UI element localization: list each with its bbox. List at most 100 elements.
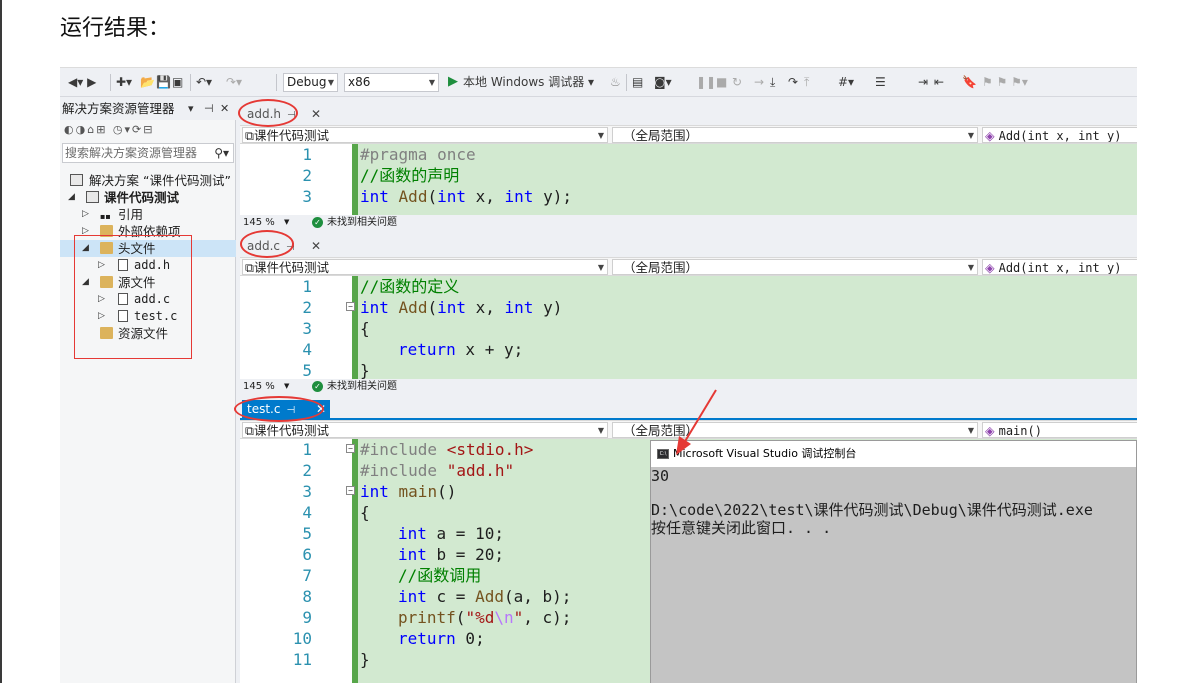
console-path-line: D:\code\2022\test\课件代码测试\Debug\课件代码测试.ex… [651,501,1093,519]
undo-icon[interactable]: ↶▾ [196,74,212,90]
save-all-icon[interactable]: ▣ [172,74,183,90]
tree-item-references[interactable]: ▷ ▪▪ 引用 [60,206,236,223]
member-select-value: Add(int x, int y) [998,261,1122,275]
platform-select[interactable]: x86 ▼ [344,73,439,92]
open-file-icon[interactable]: 📂 [140,74,155,90]
references-icon: ▪▪ [100,212,111,221]
search-icon: ⚲▾ [214,146,229,160]
start-debug-icon[interactable]: ▶ [448,74,458,90]
forward-icon[interactable]: ◑ [76,123,88,136]
code-line: } [360,650,370,669]
line-number: 2 [302,461,312,480]
tab-highlight-ellipse [238,99,298,127]
code-line: //函数的定义 [360,277,460,296]
line-number: 7 [302,566,312,585]
zoom-level[interactable]: 145 % [243,379,275,394]
code-line: //函数的声明 [360,166,460,185]
show-next-statement-icon[interactable]: → [754,74,764,90]
sync-icon[interactable]: ⟳ [132,123,143,136]
home-icon[interactable]: ⌂ [87,123,96,136]
collapse-all-icon[interactable]: ⊟ [143,123,154,136]
tab-bar-test-c: test.c ⊣ ✕ [240,398,1137,420]
check-icon: ✓ [312,217,323,228]
close-icon[interactable]: ✕ [220,98,229,120]
line-number: 5 [302,361,312,380]
step-into-icon[interactable]: ⤓ [770,74,775,90]
solution-config-select[interactable]: Debug ▼ [283,73,338,92]
switch-view-icon[interactable]: ⊞ [96,123,107,136]
tree-item-solution[interactable]: 解决方案 “课件代码测试” [60,172,236,189]
new-project-icon[interactable]: ✚▾ [116,74,132,90]
tab-bar-add-c: add.c ⊣ ✕ [240,235,1137,257]
chevron-down-icon[interactable]: ▼ [284,379,289,394]
scope-select[interactable]: （全局范围） ▼ [612,422,978,438]
code-line: return 0; [398,629,485,648]
collapse-icon[interactable]: − [346,302,355,311]
indent-icon[interactable]: ⇥ [918,74,928,90]
project-select[interactable]: ⧉课件代码测试 ▼ [242,127,608,143]
code-editor-add-c[interactable]: 1 //函数的定义 2 − int Add(int x, int y) 3 { 4 ret… [240,276,1137,381]
save-icon[interactable]: 💾 [156,74,171,90]
code-line: int b = 20; [398,545,504,564]
collapse-triangle-icon[interactable]: ▷ [82,206,89,223]
code-line: } [360,361,370,380]
tree-item-label: 课件代码测试 [104,190,180,205]
member-select-value: Add(int x, int y) [998,129,1122,143]
diagnostics-icon[interactable]: ◙▾ [654,74,672,90]
solution-search-input[interactable]: 搜索解决方案资源管理器 ⚲▾ [62,143,234,163]
console-icon: C:\ [657,449,669,459]
tree-item-label: 引用 [118,207,144,222]
comment-icon[interactable]: ☰ [875,74,886,90]
step-over-icon[interactable]: ↷ [788,74,798,90]
code-editor-add-h[interactable]: 1 #pragma once 2 //函数的声明 3 int Add(int x, i… [240,144,1137,215]
issues-status[interactable]: 未找到相关问题 [327,215,397,230]
tree-item-project[interactable]: ◢ 课件代码测试 [60,189,236,206]
redo-icon[interactable]: ↷▾ [226,74,242,90]
bookmark-icon[interactable]: 🔖 [962,74,977,90]
stop-icon[interactable]: ■ [716,74,727,90]
console-title: Microsoft Visual Studio 调试控制台 [673,447,857,460]
issues-status[interactable]: 未找到相关问题 [327,379,397,394]
expand-triangle-icon[interactable]: ◢ [68,189,75,206]
pause-icon[interactable]: ❚❚ [696,74,716,90]
member-select[interactable]: ◈ Add(int x, int y) [982,259,1137,275]
chevron-down-icon[interactable]: ▼ [284,215,289,230]
back-forward-icon[interactable]: ◀▾ ▶ [68,74,96,90]
project-select[interactable]: ⧉课件代码测试 ▼ [242,259,608,275]
fire-icon[interactable]: ♨ [610,74,621,90]
code-line: return x + y; [398,340,524,359]
pin-icon[interactable]: ⊣ [204,98,214,120]
check-icon: ✓ [312,381,323,392]
platform-value: x86 [348,75,371,89]
start-debug-button[interactable]: 本地 Windows 调试器 ▾ [463,74,594,90]
console-close-line: 按任意键关闭此窗口. . . [651,519,832,537]
restart-icon[interactable]: ↻ [732,74,742,90]
hex-display-icon[interactable]: #▾ [838,74,854,90]
line-number: 9 [302,608,312,627]
solution-explorer: 解决方案资源管理器 ▾ ⊣ ✕ ◐◑⌂⊞ ◷▾⟳⊟ 搜索解决方案资源管理器 ⚲▾… [60,98,236,683]
bookmark-prev-icon[interactable]: ⚑ ⚑ ⚑▾ [982,74,1028,90]
debug-console-window[interactable]: C:\ Microsoft Visual Studio 调试控制台 30 D:\… [650,440,1137,683]
function-icon: ◈ [985,423,995,438]
back-icon[interactable]: ◐ [64,123,76,136]
close-icon[interactable]: ✕ [311,105,321,124]
scope-select[interactable]: （全局范围） ▼ [612,127,978,143]
line-number: 4 [302,340,312,359]
outdent-icon[interactable]: ⇤ [934,74,944,90]
pending-changes-icon[interactable]: ◷▾ [113,123,132,136]
step-out-icon[interactable]: ⤒ [804,74,809,90]
collapse-icon[interactable]: − [346,444,355,453]
collapse-icon[interactable]: − [346,486,355,495]
console-title-bar[interactable]: C:\ Microsoft Visual Studio 调试控制台 [651,441,1136,467]
member-select[interactable]: ◈ Add(int x, int y) [982,127,1137,143]
dropdown-icon[interactable]: ▾ [188,98,194,120]
browse-icon[interactable]: ▤ [632,74,643,90]
tab-highlight-ellipse [234,396,324,422]
visual-studio-screenshot: ◀▾ ▶ ✚▾ 📂 💾 ▣ ↶▾ ↷▾ Debug ▼ x86 ▼ ▶ 本地 Win… [60,67,1137,683]
project-select[interactable]: ⧉课件代码测试 ▼ [242,422,608,438]
scope-select[interactable]: （全局范围） ▼ [612,259,978,275]
member-select[interactable]: ◈ main() [982,422,1137,438]
close-icon[interactable]: ✕ [311,237,321,256]
zoom-level[interactable]: 145 % [243,215,275,230]
project-icon: ⧉ [245,260,254,275]
